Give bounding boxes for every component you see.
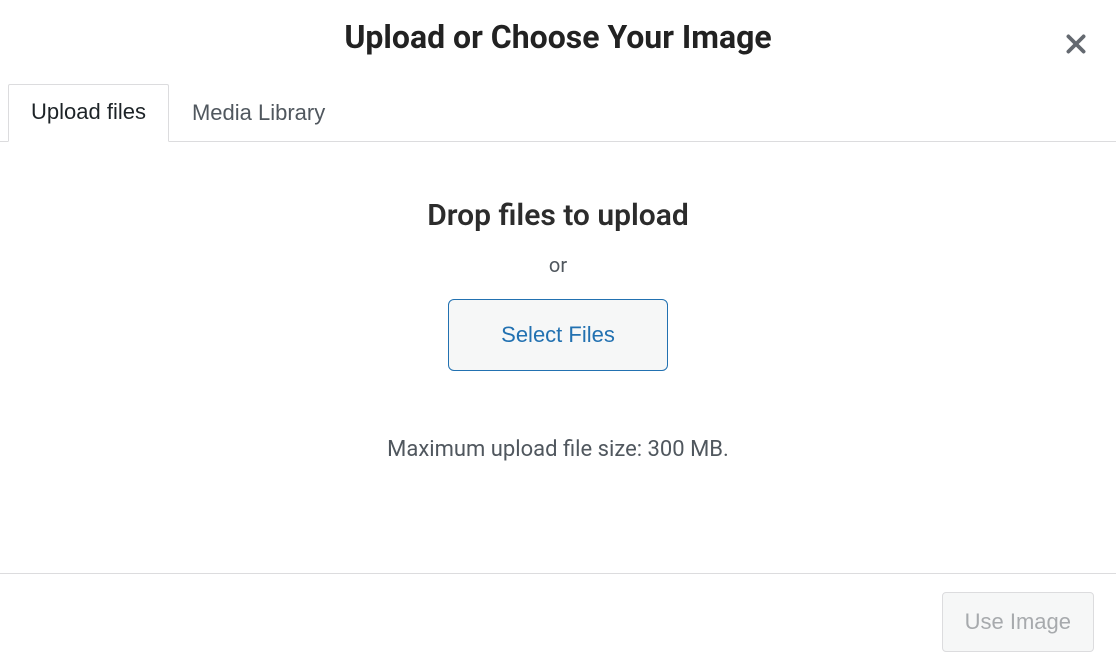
modal-title: Upload or Choose Your Image [0,18,1116,56]
upload-content: Drop files to upload or Select Files Max… [0,142,1116,573]
tab-media-library[interactable]: Media Library [169,84,348,142]
or-text: or [549,253,567,277]
select-files-button[interactable]: Select Files [448,299,668,371]
max-upload-size-text: Maximum upload file size: 300 MB. [387,437,729,462]
modal-footer: Use Image [0,573,1116,670]
upload-image-modal: Upload or Choose Your Image Upload files… [0,0,1116,670]
tab-upload-files[interactable]: Upload files [8,84,169,142]
tab-bar: Upload files Media Library [0,84,1116,142]
drop-files-heading: Drop files to upload [427,198,689,233]
close-icon [1063,31,1089,57]
use-image-button[interactable]: Use Image [942,592,1094,652]
close-button[interactable] [1058,26,1094,62]
modal-header: Upload or Choose Your Image [0,0,1116,84]
